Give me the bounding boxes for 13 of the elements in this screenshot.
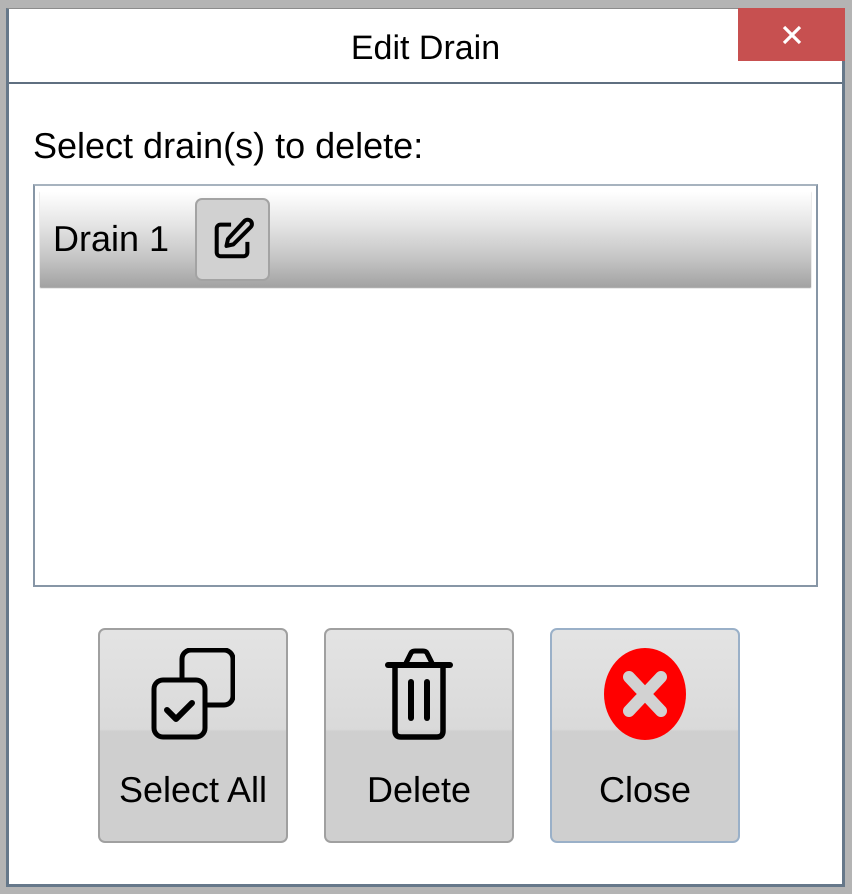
trash-icon bbox=[384, 648, 454, 740]
circle-x-icon bbox=[604, 648, 686, 740]
drain-name: Drain 1 bbox=[53, 218, 170, 260]
delete-button[interactable]: Delete bbox=[324, 628, 514, 843]
drain-row[interactable]: Drain 1 bbox=[40, 191, 811, 287]
close-button[interactable]: Close bbox=[550, 628, 740, 843]
window-title: Edit Drain bbox=[350, 28, 500, 68]
prompt-label: Select drain(s) to delete: bbox=[33, 125, 424, 167]
close-window-button[interactable] bbox=[738, 8, 845, 61]
two-squares-check-icon bbox=[151, 648, 235, 740]
select-all-button[interactable]: Select All bbox=[98, 628, 288, 843]
edit-button[interactable] bbox=[195, 198, 270, 280]
close-icon bbox=[782, 24, 802, 44]
